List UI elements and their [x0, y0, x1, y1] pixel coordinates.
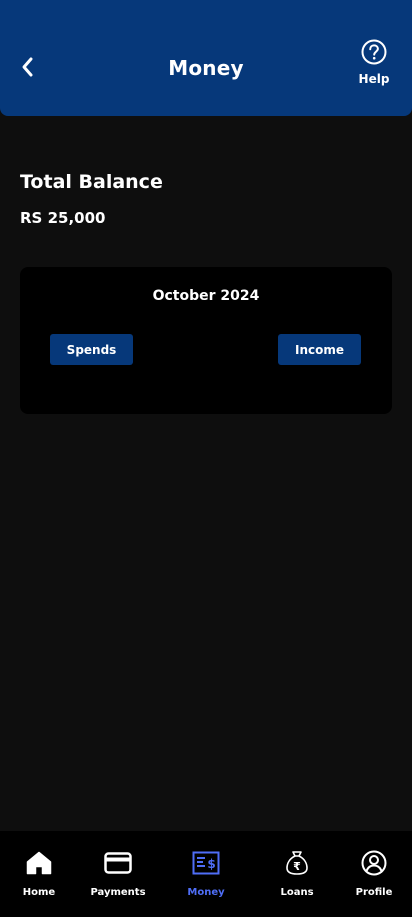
app-header: Money Help: [0, 0, 412, 116]
month-label: October 2024: [152, 288, 260, 304]
home-icon: [26, 851, 52, 875]
nav-item-loans[interactable]: ₹ Loans: [257, 849, 337, 909]
nav-label-home: Home: [22, 887, 56, 898]
help-label: Help: [358, 72, 390, 86]
svg-text:$: $: [207, 857, 215, 871]
card-icon: [104, 852, 132, 874]
help-icon: [361, 39, 387, 65]
svg-text:₹: ₹: [293, 860, 301, 873]
nav-label-profile: Profile: [355, 887, 393, 898]
nav-label-loans: Loans: [280, 887, 314, 898]
nav-label-money: Money: [187, 887, 225, 898]
nav-item-profile[interactable]: Profile: [334, 849, 412, 909]
bottom-navigation: Home Payments $ Money ₹ Loans Profile: [0, 831, 412, 917]
monthly-summary-card: October 2024 Spends Income: [20, 267, 392, 414]
total-balance-amount: RS 25,000: [20, 209, 106, 227]
help-button[interactable]: Help: [350, 38, 398, 94]
nav-item-payments[interactable]: Payments: [78, 849, 158, 909]
total-balance-title: Total Balance: [20, 171, 163, 193]
money-statement-icon: $: [192, 851, 220, 875]
nav-item-money[interactable]: $ Money: [166, 849, 246, 909]
nav-label-payments: Payments: [90, 887, 146, 898]
income-button[interactable]: Income: [278, 334, 361, 365]
profile-icon: [361, 850, 387, 876]
money-screen: Money Help Total Balance RS 25,000 Octob…: [0, 0, 412, 917]
rupee-bag-icon: ₹: [286, 851, 308, 875]
nav-item-home[interactable]: Home: [0, 849, 79, 909]
spends-button[interactable]: Spends: [50, 334, 133, 365]
